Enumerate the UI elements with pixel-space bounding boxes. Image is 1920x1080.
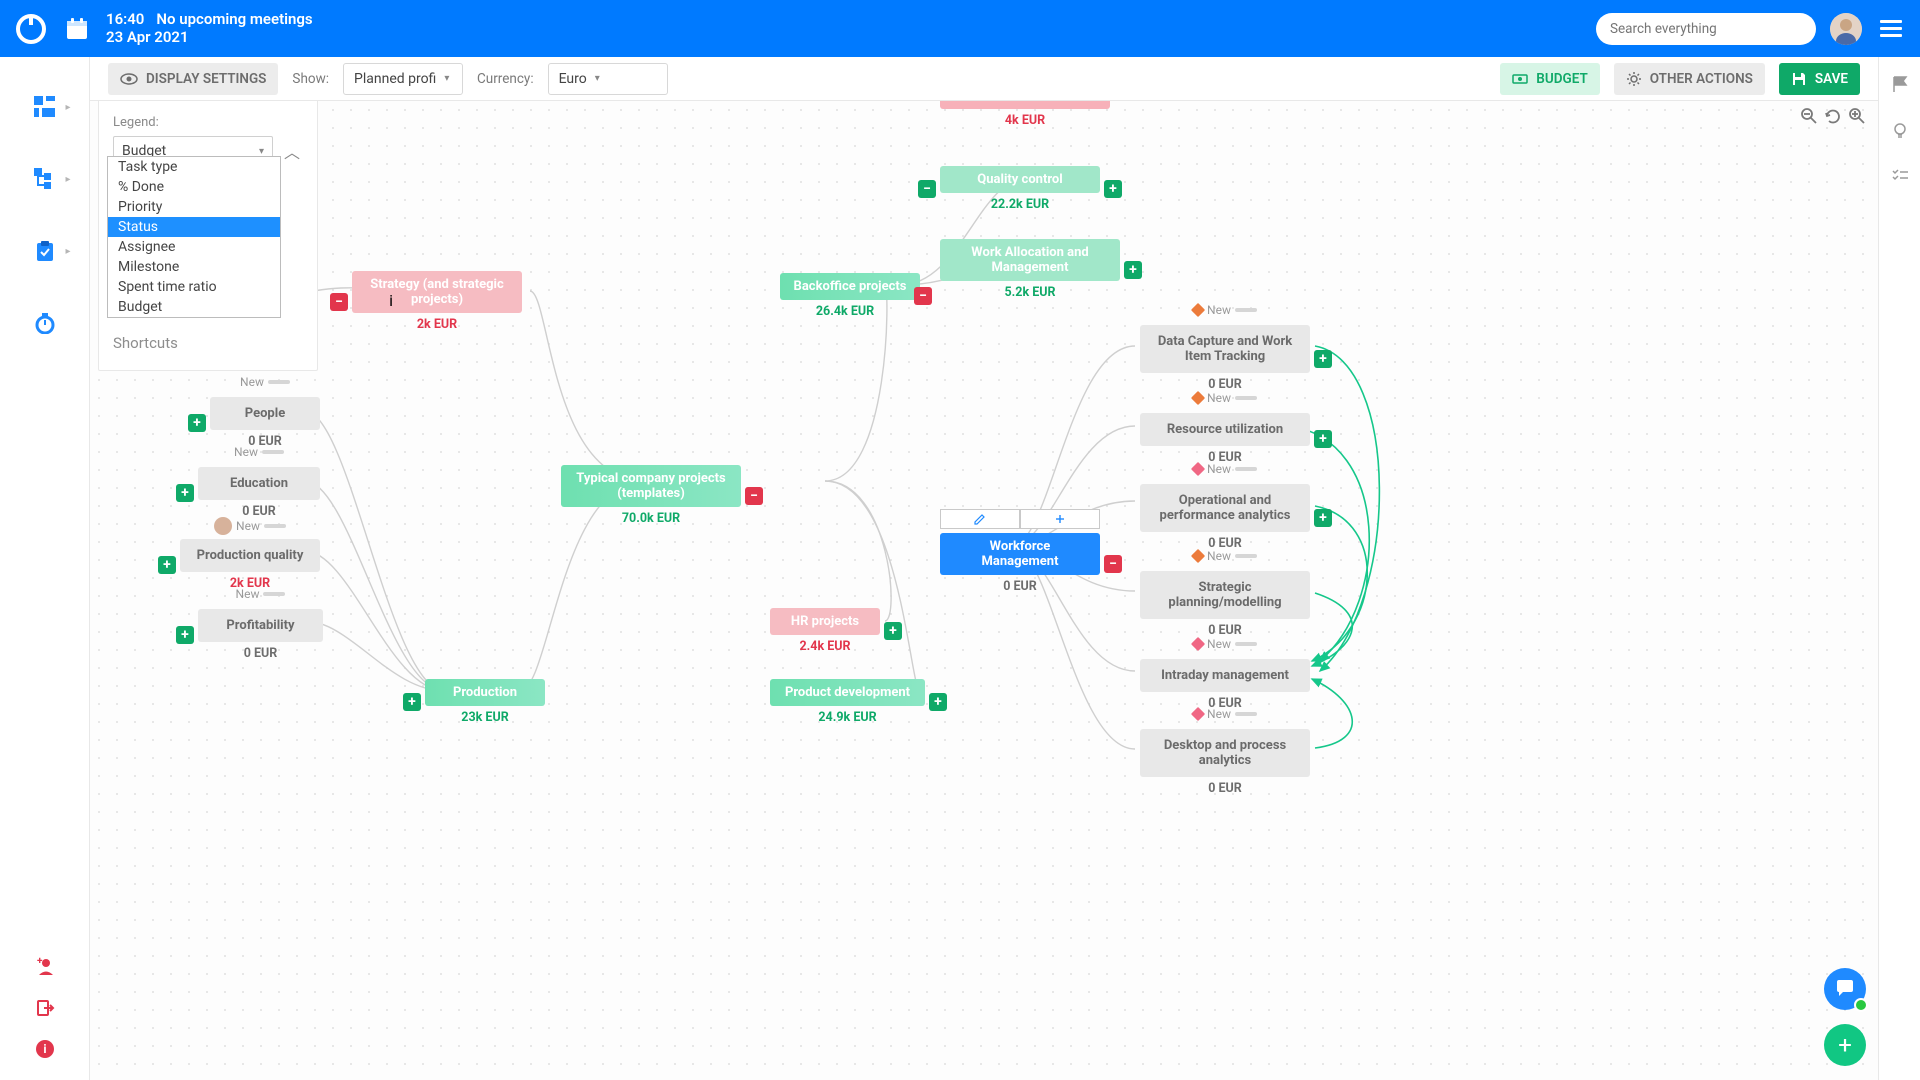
legend-dropdown[interactable]: Task type% DonePriorityStatusAssigneeMil… [107,156,281,318]
svg-text:+: + [37,956,43,967]
other-actions-button[interactable]: OTHER ACTIONS [1614,63,1765,95]
node-backoffice[interactable]: Backoffice projects 26.4k EUR − [780,273,910,319]
rail-add-user-icon[interactable]: + [35,956,55,980]
expand-toggle[interactable]: + [1314,430,1332,448]
currency-label: Currency: [477,71,534,87]
zoom-reset-icon[interactable] [1824,107,1842,129]
edit-node-icon[interactable] [940,509,1020,529]
calendar-icon[interactable] [64,16,90,42]
node-resource-util[interactable]: New Resource utilization 0 EUR + [1140,413,1310,465]
node-top-cut[interactable]: 4k EUR [940,101,1110,128]
rail-info-icon[interactable]: i [36,1040,54,1062]
header-date: 23 Apr 2021 [106,29,313,46]
zoom-in-icon[interactable] [1848,107,1866,129]
expand-drawer-icon[interactable]: ▸ [90,436,96,480]
money-icon [1512,71,1528,87]
rail-hierarchy[interactable]: ▸ [25,159,65,199]
flag-icon[interactable] [1891,75,1909,97]
collapse-toggle[interactable]: − [918,180,936,198]
expand-toggle[interactable]: + [176,484,194,502]
node-workforce[interactable]: Workforce Management 0 EUR − [940,533,1100,594]
node-profitability[interactable]: New Profitability 0 EUR + [198,609,323,661]
node-desktop[interactable]: New Desktop and process analytics 0 EUR [1140,729,1310,796]
budget-button[interactable]: BUDGET [1500,63,1599,95]
collapse-toggle[interactable]: − [1104,555,1122,573]
gear-icon [1626,71,1642,87]
rail-timer[interactable] [25,303,65,343]
bulb-icon[interactable] [1891,121,1909,143]
header-time: 16:40 [106,11,144,28]
legend-option[interactable]: Priority [108,197,280,217]
node-product-dev[interactable]: Product development 24.9k EUR + [770,679,925,725]
right-rail [1878,57,1920,1080]
avatar-icon [214,517,232,535]
expand-toggle[interactable]: + [1314,509,1332,527]
search-input[interactable] [1610,21,1802,37]
node-intraday[interactable]: New Intraday management 0 EUR [1140,659,1310,711]
legend-option[interactable]: Assignee [108,237,280,257]
node-quality-control[interactable]: Quality control 22.2k EUR − + [940,166,1100,212]
show-select[interactable]: Planned profi▾ [343,63,463,95]
node-work-allocation[interactable]: Work Allocation and Management 5.2k EUR … [940,239,1120,300]
node-production[interactable]: Production 23k EUR + [425,679,545,725]
eye-icon [120,70,138,88]
expand-toggle[interactable]: + [188,414,206,432]
legend-option[interactable]: Status [108,217,280,237]
expand-toggle[interactable]: + [884,622,902,640]
expand-toggle[interactable]: + [929,693,947,711]
node-hr[interactable]: HR projects 2.4k EUR + [770,608,880,654]
expand-toggle[interactable]: + [158,556,176,574]
save-button[interactable]: SAVE [1779,63,1860,95]
rail-tasks[interactable]: ▸ [25,231,65,271]
node-op-perf[interactable]: New Operational and performance analytic… [1140,484,1310,551]
toolbar: DISPLAY SETTINGS Show: Planned profi▾ Cu… [90,57,1878,101]
show-label: Show: [292,71,329,87]
app-logo[interactable] [14,12,48,46]
collapse-toggle[interactable]: − [330,293,348,311]
legend-option[interactable]: Budget [108,297,280,317]
display-settings-button[interactable]: DISPLAY SETTINGS [108,63,278,95]
left-rail: ▸ ▸ ▸ + i [0,57,90,1080]
expand-toggle[interactable]: + [403,693,421,711]
expand-toggle[interactable]: + [1124,261,1142,279]
legend-option[interactable]: Task type [108,157,280,177]
search-box[interactable] [1596,13,1816,45]
add-subnode-icon[interactable] [1020,509,1100,529]
save-icon [1791,71,1807,87]
node-data-capture[interactable]: New Data Capture and Work Item Tracking … [1140,325,1310,392]
main-menu-icon[interactable] [1876,16,1906,41]
checklist-icon[interactable] [1891,167,1909,189]
user-avatar[interactable] [1830,13,1862,45]
collapse-toggle[interactable]: − [745,487,763,505]
expand-toggle[interactable]: + [176,626,194,644]
node-education[interactable]: New Education 0 EUR + [198,467,320,519]
expand-toggle[interactable]: + [1314,350,1332,368]
node-strat-plan[interactable]: New Strategic planning/modelling 0 EUR [1140,571,1310,638]
rail-dashboard[interactable]: ▸ [25,87,65,127]
svg-text:i: i [43,1042,46,1056]
info-badge-icon[interactable]: i [389,291,393,310]
currency-select[interactable]: Euro▾ [548,63,668,95]
node-people[interactable]: New People 0 EUR + [210,397,320,449]
header-meetings: No upcoming meetings [156,11,312,28]
app-header: 16:40 No upcoming meetings 23 Apr 2021 [0,0,1920,57]
legend-option[interactable]: Spent time ratio [108,277,280,297]
legend-option[interactable]: Milestone [108,257,280,277]
mindmap-canvas[interactable]: ▸ Legend: Budget ▾ ︿ Shortcuts Task type… [90,101,1878,1080]
expand-toggle[interactable]: + [1104,180,1122,198]
node-center[interactable]: Typical company projects (templates) 70.… [561,465,741,526]
display-settings-panel: Legend: Budget ▾ ︿ Shortcuts Task type% … [98,101,318,371]
legend-label: Legend: [113,115,303,130]
chat-fab[interactable] [1824,968,1866,1010]
rail-logout-icon[interactable] [35,998,55,1022]
node-strategy[interactable]: Strategy (and strategic projects) 2k EUR… [352,271,522,332]
collapse-panel-icon[interactable]: ︿ [281,140,303,162]
legend-option[interactable]: % Done [108,177,280,197]
node-prod-quality[interactable]: New Production quality 2k EUR + [180,539,320,591]
shortcuts-label: Shortcuts [113,334,303,352]
add-fab[interactable]: + [1824,1024,1866,1066]
zoom-out-icon[interactable] [1800,107,1818,129]
collapse-toggle[interactable]: − [914,287,932,305]
